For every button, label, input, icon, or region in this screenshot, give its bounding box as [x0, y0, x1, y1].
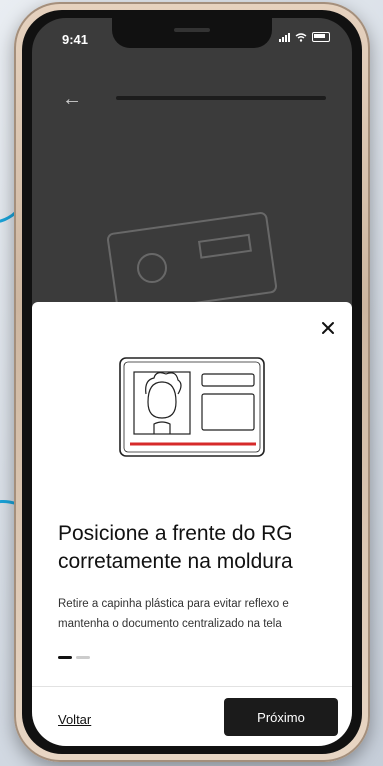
speaker	[174, 28, 210, 32]
bottom-sheet: Posicione a frente do RG corretamente na…	[32, 302, 352, 746]
status-time: 9:41	[62, 32, 89, 47]
pager-dot-active	[58, 656, 72, 659]
pager-indicator	[58, 656, 90, 659]
background-id-illustration	[106, 212, 278, 313]
signal-icon	[279, 32, 290, 42]
battery-icon	[312, 32, 330, 42]
modal-description: Retire a capinha plástica para evitar re…	[58, 598, 289, 630]
modal-title: Posicione a frente do RG corretamente na…	[58, 522, 293, 573]
status-icons	[279, 32, 330, 42]
notch	[112, 18, 272, 48]
next-button[interactable]: Próximo	[224, 698, 338, 736]
id-card-illustration	[119, 357, 265, 457]
phone-screen: 9:41 ← Posicione a frente do RG corretam…	[32, 18, 352, 746]
top-progress-bar	[116, 96, 326, 100]
close-icon[interactable]	[318, 318, 338, 338]
footer-divider	[32, 686, 352, 687]
back-link[interactable]: Voltar	[58, 712, 91, 727]
back-arrow-icon[interactable]: ←	[62, 88, 82, 111]
wifi-icon	[295, 32, 307, 42]
pager-dot-inactive	[76, 656, 90, 659]
